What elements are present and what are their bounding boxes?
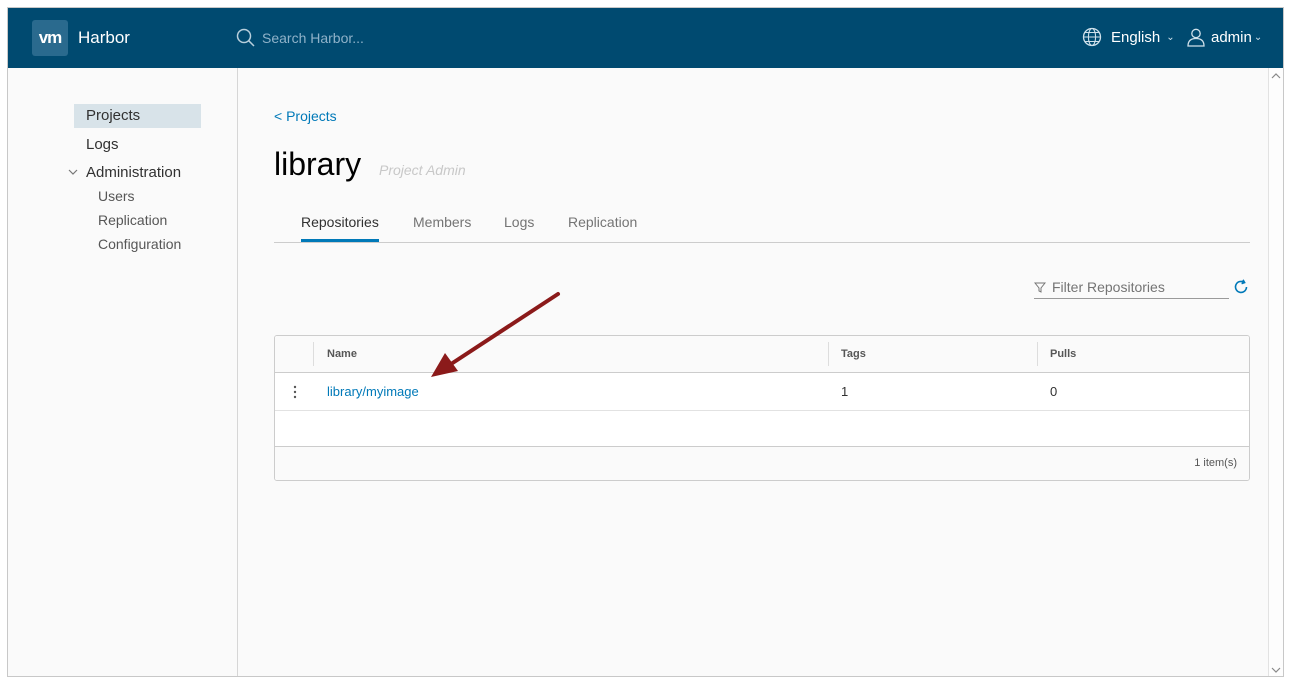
chevron-down-icon: ⌄	[1253, 31, 1263, 43]
sidebar-item-projects[interactable]: Projects	[74, 104, 201, 128]
sidebar-item-users[interactable]: Users	[98, 188, 135, 204]
search-icon	[236, 28, 255, 47]
language-label: English	[1111, 28, 1161, 46]
chevron-down-icon: ⌄	[1166, 31, 1175, 43]
filter-repositories-input[interactable]	[1050, 278, 1224, 296]
scroll-down-arrow-icon[interactable]	[1271, 666, 1281, 674]
table-header: Name Tags Pulls	[275, 336, 1249, 373]
column-header-name[interactable]: Name	[327, 336, 357, 372]
tab-replication[interactable]: Replication	[568, 214, 637, 241]
project-role: Project Admin	[379, 162, 466, 178]
scroll-up-arrow-icon[interactable]	[1271, 72, 1281, 80]
filter-box	[1034, 276, 1229, 299]
browser-frame: vm Harbor English ⌄	[7, 7, 1284, 677]
globe-icon	[1082, 27, 1102, 47]
sidebar-item-logs[interactable]: Logs	[86, 136, 119, 153]
page-title: library	[274, 146, 362, 182]
table-footer: 1 item(s)	[275, 446, 1249, 480]
column-header-pulls[interactable]: Pulls	[1050, 336, 1076, 372]
repository-tags-count: 1	[841, 384, 849, 399]
sidebar-item-configuration[interactable]: Configuration	[98, 236, 181, 252]
user-menu[interactable]: admin ⌄	[1186, 27, 1262, 47]
search-input[interactable]	[260, 29, 464, 47]
item-count: 1 item(s)	[1194, 457, 1237, 469]
column-divider[interactable]	[828, 342, 829, 366]
global-search	[236, 28, 464, 48]
repository-pulls-count: 0	[1050, 384, 1058, 399]
filter-icon	[1034, 282, 1046, 293]
column-header-tags[interactable]: Tags	[841, 336, 866, 372]
tab-members[interactable]: Members	[413, 214, 471, 241]
sidebar-item-administration[interactable]: Administration	[86, 164, 181, 181]
language-selector[interactable]: English ⌄	[1082, 27, 1175, 47]
breadcrumb-projects[interactable]: < Projects	[274, 108, 337, 124]
more-vertical-icon[interactable]	[292, 385, 298, 399]
project-tabs: Repositories Members Logs Replication	[274, 214, 1250, 243]
vmware-logo[interactable]: vm	[32, 20, 68, 56]
top-nav-bar: vm Harbor English ⌄	[8, 8, 1283, 68]
username: admin	[1211, 28, 1252, 46]
repositories-table: Name Tags Pulls library/myimage 1 0 1 it…	[274, 335, 1250, 481]
repository-name-link[interactable]: library/myimage	[327, 373, 419, 410]
chevron-down-icon[interactable]	[68, 168, 78, 176]
user-icon	[1187, 28, 1205, 47]
column-divider[interactable]	[1037, 342, 1038, 366]
sidebar: Projects Logs Administration Users Repli…	[8, 68, 238, 676]
vertical-scrollbar[interactable]	[1268, 68, 1283, 676]
column-divider	[313, 342, 314, 366]
app-name[interactable]: Harbor	[78, 28, 130, 48]
sidebar-item-replication[interactable]: Replication	[98, 212, 167, 228]
tab-repositories[interactable]: Repositories	[301, 214, 379, 242]
refresh-icon[interactable]	[1232, 278, 1250, 296]
main-content: < Projects library Project Admin Reposit…	[238, 68, 1283, 676]
tab-logs[interactable]: Logs	[504, 214, 534, 241]
table-row[interactable]: library/myimage 1 0	[275, 373, 1249, 411]
